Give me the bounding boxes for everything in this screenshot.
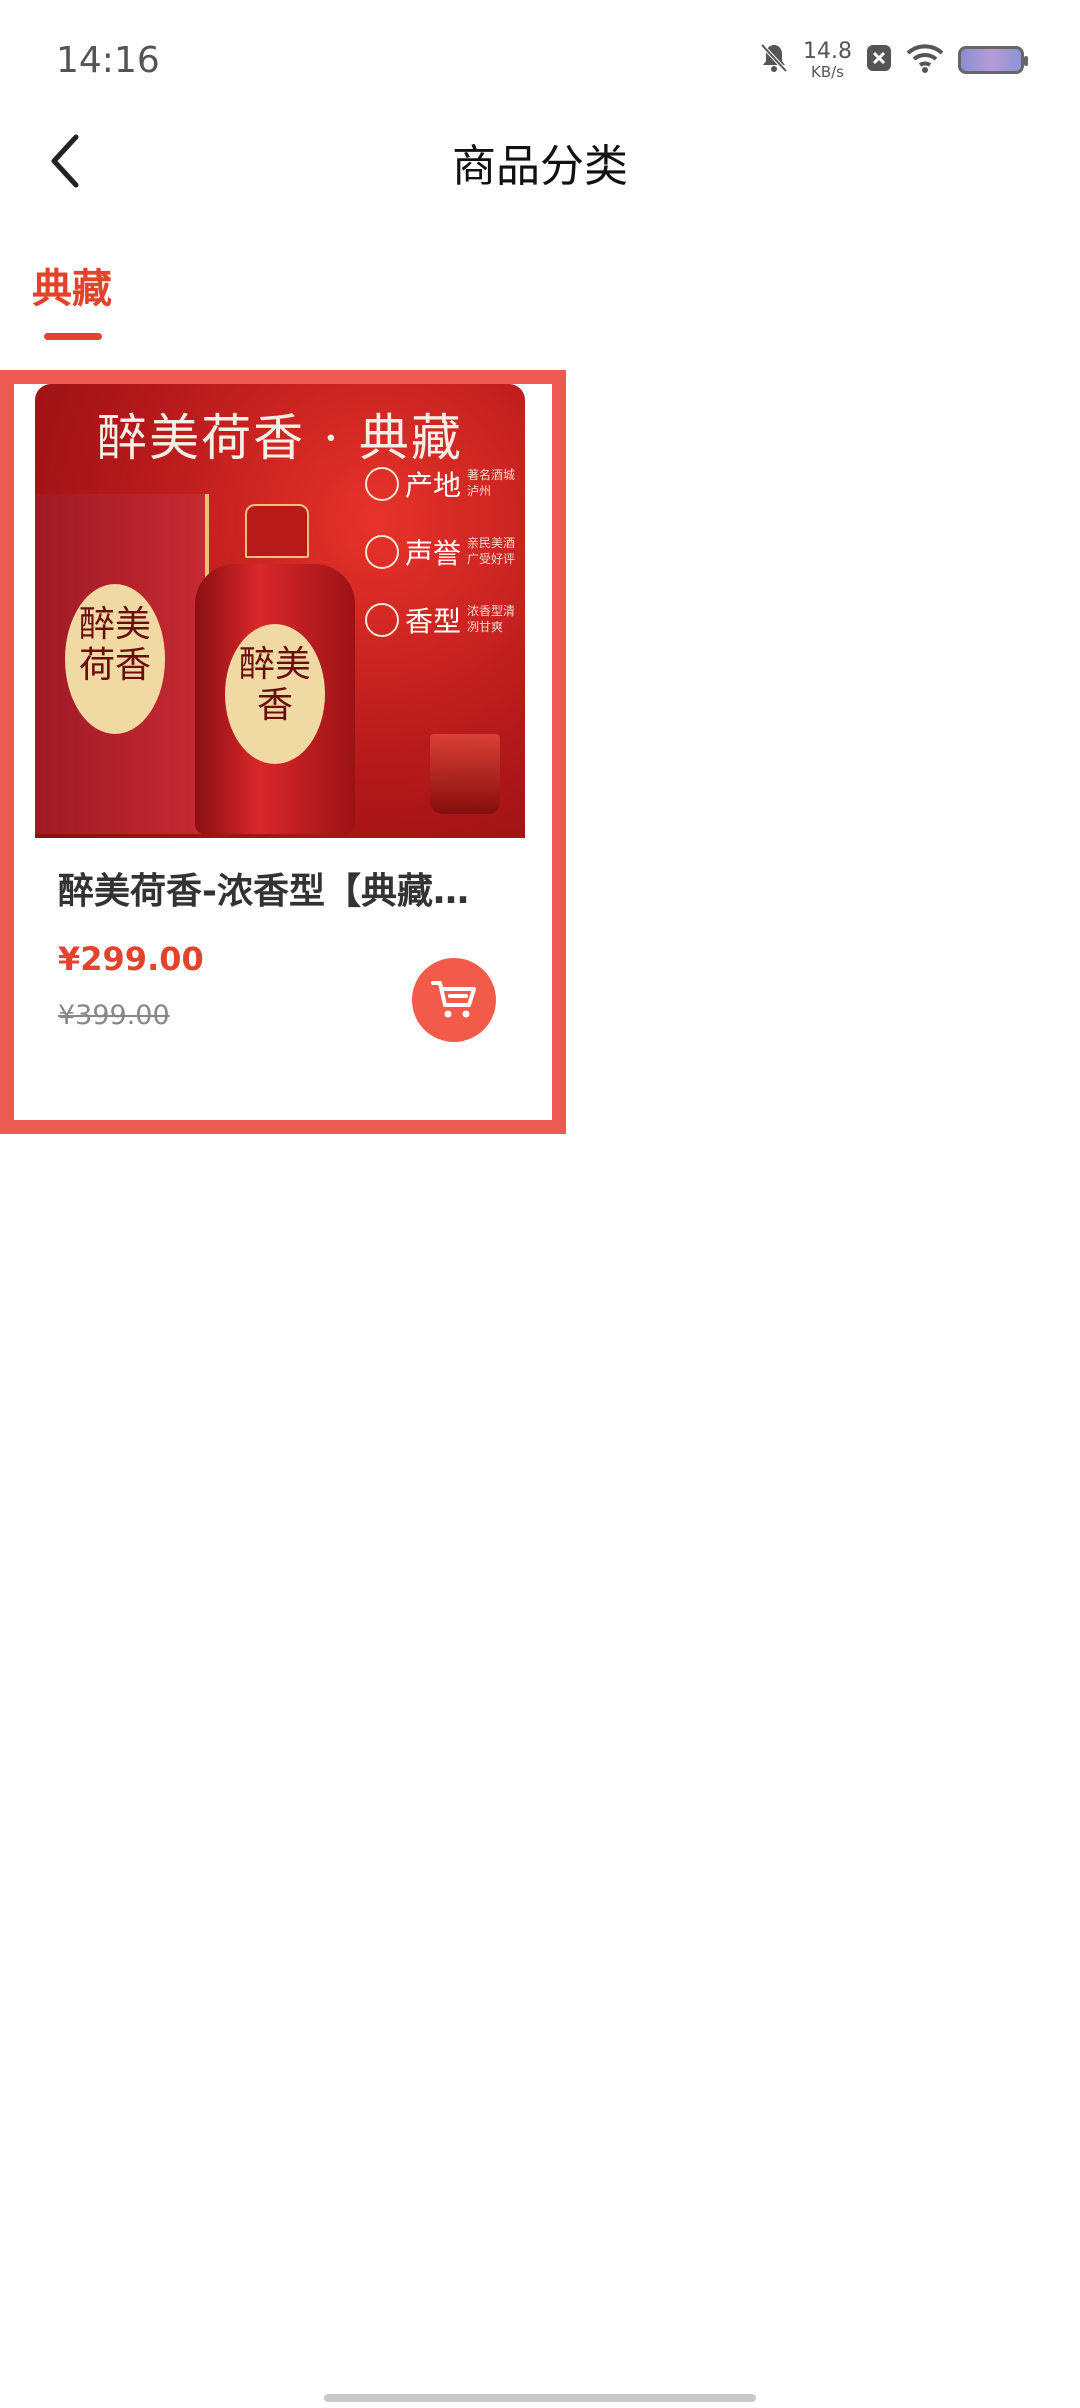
feature-desc: 著名酒城泸州	[467, 468, 516, 498]
tab-diancang[interactable]: 典藏	[32, 256, 112, 314]
origin-icon	[365, 467, 399, 501]
battery-icon	[958, 46, 1028, 74]
bottle-label-text: 醉美香	[238, 644, 311, 727]
gift-box: 醉美荷香	[35, 494, 209, 834]
product-name[interactable]: 醉美荷香-浓香型【典藏…	[58, 862, 498, 914]
bottle-cap	[245, 504, 309, 558]
cart-icon	[431, 981, 476, 1018]
aroma-icon	[365, 603, 399, 637]
add-to-cart-button[interactable]	[412, 958, 496, 1042]
bell-muted-icon	[759, 42, 789, 78]
feature-name: 产地	[405, 469, 462, 502]
feature-name: 声誉	[405, 537, 462, 570]
liquor-bottle: 醉美香	[185, 504, 365, 834]
notification-x-icon	[866, 44, 892, 76]
product-image[interactable]: 醉美荷香 · 典藏 醉美荷香 醉美香 产地 著名酒城泸州 声誉 亲民美酒广受好评…	[35, 384, 525, 838]
status-bar: 14:16 14.8 KB/s	[0, 0, 1080, 120]
tab-underline	[44, 333, 102, 340]
feature-list: 产地 著名酒城泸州 声誉 亲民美酒广受好评 香型 浓香型清冽甘爽	[365, 464, 525, 668]
status-icons: 14.8 KB/s	[759, 38, 1028, 81]
home-indicator[interactable]	[324, 2394, 756, 2402]
feature-desc: 亲民美酒广受好评	[467, 536, 516, 566]
network-speed-unit: KB/s	[811, 62, 844, 81]
status-time: 14:16	[56, 40, 160, 81]
network-speed-value: 14.8	[803, 38, 852, 64]
feature-item: 声誉 亲民美酒广受好评	[365, 532, 525, 572]
feature-desc: 浓香型清冽甘爽	[467, 604, 516, 634]
gift-box-label-text: 醉美荷香	[78, 604, 151, 687]
wifi-icon	[906, 43, 944, 77]
liquor-glass	[430, 734, 500, 814]
feature-item: 产地 著名酒城泸州	[365, 464, 525, 504]
page-title: 商品分类	[452, 141, 628, 192]
network-speed: 14.8 KB/s	[803, 38, 852, 81]
reputation-icon	[365, 535, 399, 569]
product-price: ¥299.00	[58, 940, 204, 978]
image-headline: 醉美荷香 · 典藏	[97, 409, 463, 467]
feature-name: 香型	[405, 605, 462, 638]
product-original-price: ¥399.00	[58, 1000, 170, 1031]
feature-item: 香型 浓香型清冽甘爽	[365, 600, 525, 640]
